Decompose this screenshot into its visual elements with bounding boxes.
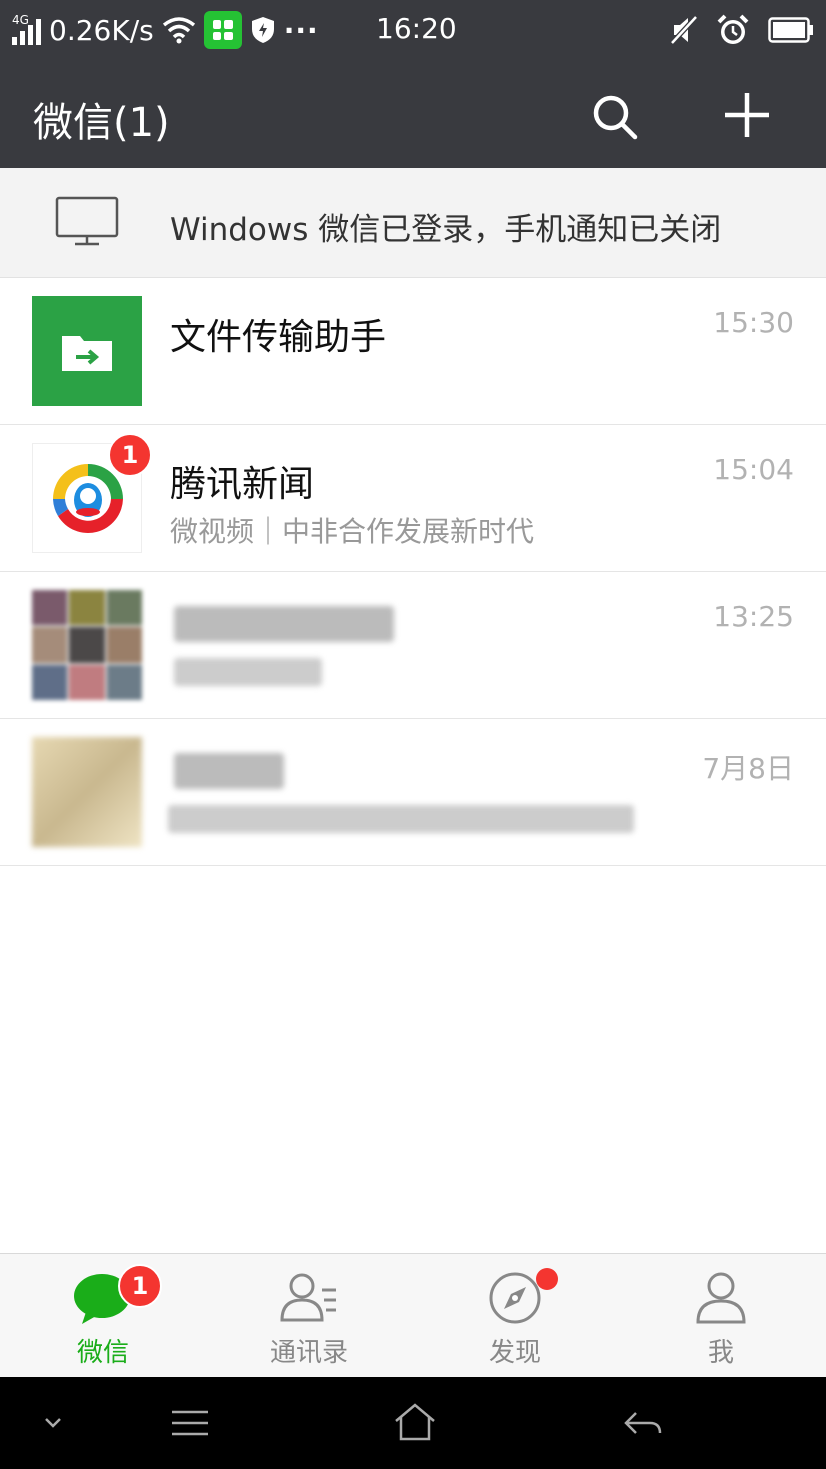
chat-name: 腾讯新闻 [170,464,315,505]
network-type: 4G [12,13,29,27]
contacts-icon [280,1273,336,1322]
unread-badge: 1 [108,433,152,477]
chat-row-tencent-news[interactable]: 1 腾讯新闻 微视频｜中非合作发展新时代 15:04 [0,425,826,572]
avatar [32,296,142,406]
menu-icon[interactable] [168,1395,212,1451]
signal-icon: 4G [12,13,41,45]
more-notifications: ··· [283,13,319,47]
chat-name: 文件传输助手 [170,317,387,358]
chat-preview: 微视频｜中非合作发展新时代 [170,515,535,548]
search-icon[interactable] [590,92,640,142]
discover-red-dot [536,1268,558,1290]
network-speed: 0.26K/s [49,13,154,47]
blurred-chat-preview [168,805,634,833]
battery-icon [768,17,813,43]
clock: 16:20 [376,12,457,45]
chat-row-file-transfer[interactable]: 文件传输助手 15:30 [0,278,826,425]
folder-arrow-icon [62,336,112,371]
tab-contacts[interactable]: 通讯录 [206,1254,412,1378]
tab-label: 发现 [488,1338,541,1368]
blurred-chat-name [174,606,394,642]
mute-icon [670,15,698,45]
chat-row-group[interactable]: 13:25 [0,572,826,719]
chat-time: 15:30 [713,306,794,339]
person-icon [696,1272,746,1324]
blurred-chat-preview [174,658,322,686]
banner-text: Windows 微信已登录，手机通知已关闭 [170,212,722,248]
chevron-down-icon[interactable] [38,1395,68,1451]
plus-icon[interactable] [722,90,772,140]
avatar [32,737,142,847]
avatar [32,590,142,700]
tab-discover[interactable]: 发现 [412,1254,618,1378]
tab-chats[interactable]: 1 微信 [0,1254,206,1378]
page-title: 微信(1) [33,100,170,146]
desktop-login-banner[interactable]: Windows 微信已登录，手机通知已关闭 [0,168,826,278]
blurred-chat-name [174,753,284,789]
status-bar: 4G 0.26K/s ··· 16:20 [0,0,826,62]
tab-label: 微信 [76,1338,129,1368]
chat-time: 15:04 [713,453,794,486]
bottom-tab-bar: 1 微信 通讯录 发现 我 [0,1253,826,1377]
wifi-icon [162,17,195,44]
chat-time: 13:25 [713,600,794,633]
android-nav-bar [0,1377,826,1469]
chat-row-contact[interactable]: 7月8日 [0,719,826,866]
back-icon[interactable] [620,1395,666,1451]
tab-label: 我 [707,1338,734,1368]
shield-icon [251,17,274,43]
home-icon[interactable] [392,1395,438,1451]
tab-label: 通讯录 [269,1338,348,1368]
app-notification-icon [203,11,242,49]
monitor-icon [55,196,119,246]
alarm-icon [717,14,749,44]
app-header: 微信(1) [0,62,826,168]
tab-me[interactable]: 我 [618,1254,824,1378]
tab-badge: 1 [118,1264,162,1308]
chat-time: 7月8日 [702,752,794,785]
